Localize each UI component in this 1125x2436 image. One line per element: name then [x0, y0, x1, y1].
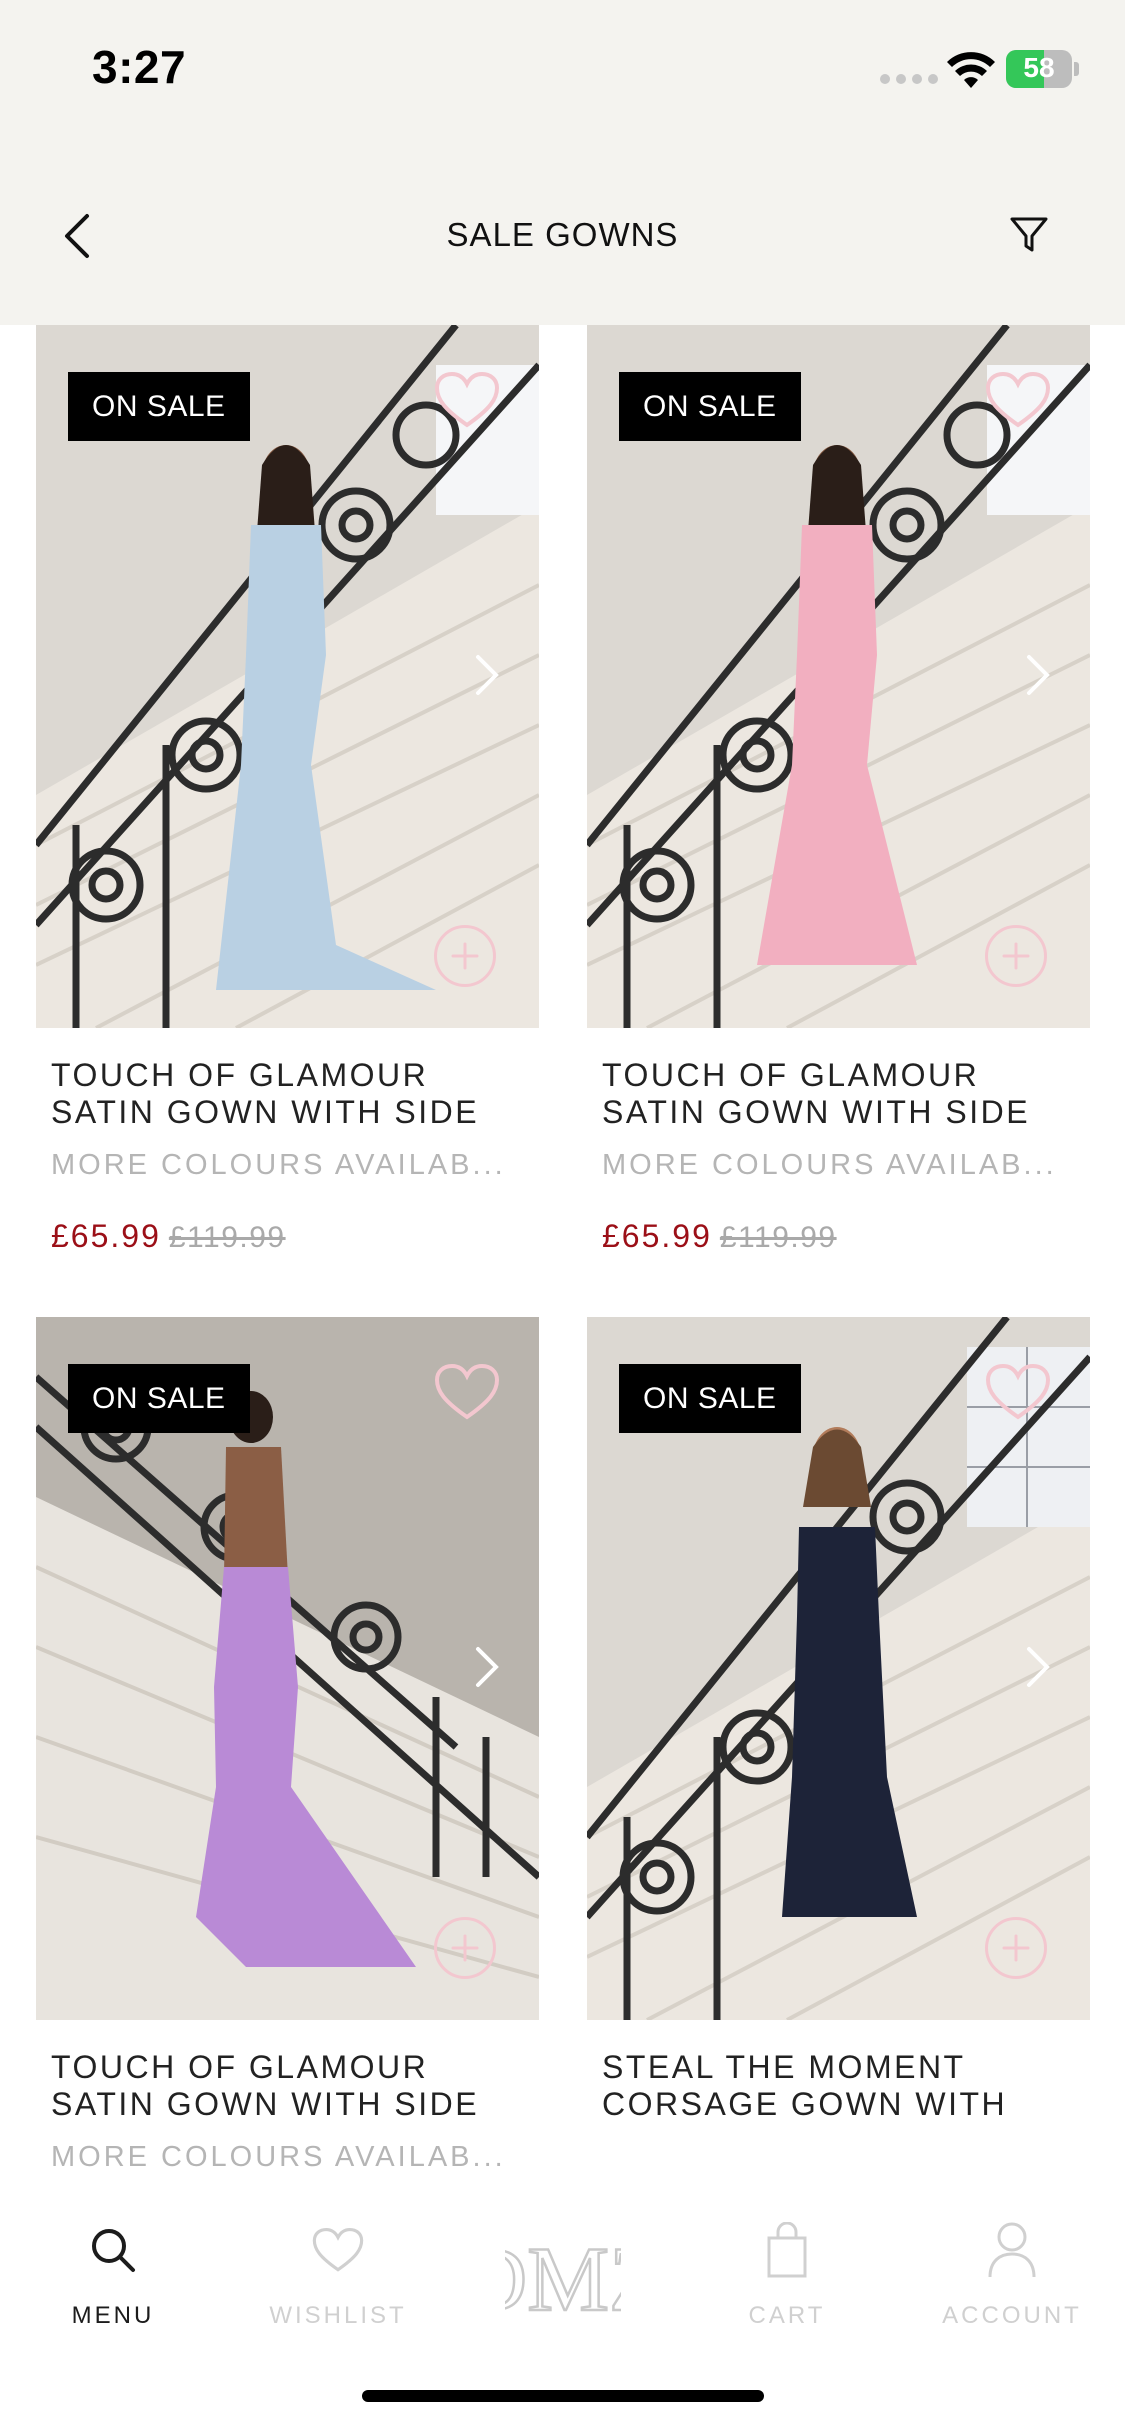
plus-icon — [451, 942, 479, 970]
page-title: SALE GOWNS — [446, 216, 679, 253]
price-row: £65.99 £119.99 — [602, 1218, 837, 1255]
chevron-right-icon[interactable] — [472, 653, 502, 697]
sale-badge: ON SALE — [68, 372, 250, 441]
brand-logo-text: DMZ — [505, 2228, 621, 2330]
heart-icon — [312, 2227, 364, 2272]
status-bar: 3:27 58 — [0, 0, 1125, 140]
home-indicator[interactable] — [362, 2390, 764, 2402]
tab-menu[interactable]: MENU — [28, 2218, 198, 2348]
brand-logo[interactable]: DMZ — [505, 2200, 621, 2338]
tab-cart[interactable]: CART — [702, 2218, 872, 2348]
battery-icon: 58 — [1006, 50, 1079, 88]
tab-cart-label: CART — [748, 2302, 826, 2329]
cellular-signal-icon — [880, 74, 938, 84]
search-icon — [92, 2229, 135, 2272]
product-name[interactable]: TOUCH OF GLAMOUR SATIN GOWN WITH SIDE — [602, 1057, 1082, 1131]
heart-icon — [985, 371, 1051, 428]
chevron-right-icon[interactable] — [1023, 1645, 1053, 1689]
shopping-bag-icon — [767, 2222, 807, 2278]
quick-add-button[interactable] — [985, 1917, 1047, 1979]
product-name[interactable]: STEAL THE MOMENT CORSAGE GOWN WITH — [602, 2049, 1082, 2123]
sale-badge: ON SALE — [68, 1364, 250, 1433]
more-colours-note: MORE COLOURS AVAILAB... — [602, 1149, 1057, 1181]
quick-add-button[interactable] — [985, 925, 1047, 987]
battery-percent: 58 — [1023, 52, 1055, 83]
wishlist-heart-button[interactable] — [429, 1357, 505, 1427]
heart-icon — [985, 1363, 1051, 1420]
heart-icon — [434, 371, 500, 428]
more-colours-note: MORE COLOURS AVAILAB... — [51, 1149, 506, 1181]
tab-account-label: ACCOUNT — [942, 2302, 1082, 2329]
product-name[interactable]: TOUCH OF GLAMOUR SATIN GOWN WITH SIDE — [51, 1057, 531, 1131]
sale-price: £65.99 — [602, 1218, 712, 1254]
status-time: 3:27 — [92, 41, 187, 93]
wishlist-heart-button[interactable] — [980, 365, 1056, 435]
sale-badge: ON SALE — [619, 1364, 801, 1433]
product-image[interactable]: ON SALE — [587, 325, 1090, 1028]
heart-icon — [434, 1363, 500, 1420]
price-row: £65.99 £119.99 — [51, 1218, 286, 1255]
tab-account[interactable]: ACCOUNT — [927, 2218, 1097, 2348]
sale-price: £65.99 — [51, 1218, 161, 1254]
wishlist-heart-button[interactable] — [429, 365, 505, 435]
filter-button[interactable] — [1004, 208, 1054, 262]
plus-icon — [1002, 942, 1030, 970]
tab-wishlist-label: WISHLIST — [269, 2302, 407, 2329]
filter-icon — [1010, 217, 1048, 252]
tab-wishlist[interactable]: WISHLIST — [253, 2218, 423, 2348]
plus-icon — [1002, 1934, 1030, 1962]
wifi-icon — [947, 52, 995, 88]
tab-menu-label: MENU — [71, 2302, 155, 2329]
product-image[interactable]: ON SALE — [36, 1317, 539, 2020]
plus-icon — [451, 1934, 479, 1962]
wishlist-heart-button[interactable] — [980, 1357, 1056, 1427]
product-name[interactable]: TOUCH OF GLAMOUR SATIN GOWN WITH SIDE — [51, 2049, 531, 2123]
quick-add-button[interactable] — [434, 1917, 496, 1979]
nav-header: SALE GOWNS — [0, 140, 1125, 325]
original-price: £119.99 — [168, 1221, 286, 1254]
quick-add-button[interactable] — [434, 925, 496, 987]
chevron-right-icon[interactable] — [1023, 653, 1053, 697]
more-colours-note: MORE COLOURS AVAILAB... — [51, 2141, 506, 2173]
product-image[interactable]: ON SALE — [587, 1317, 1090, 2020]
original-price: £119.99 — [719, 1221, 837, 1254]
user-icon — [988, 2222, 1036, 2278]
sale-badge: ON SALE — [619, 372, 801, 441]
chevron-right-icon[interactable] — [472, 1645, 502, 1689]
product-image[interactable]: ON SALE — [36, 325, 539, 1028]
